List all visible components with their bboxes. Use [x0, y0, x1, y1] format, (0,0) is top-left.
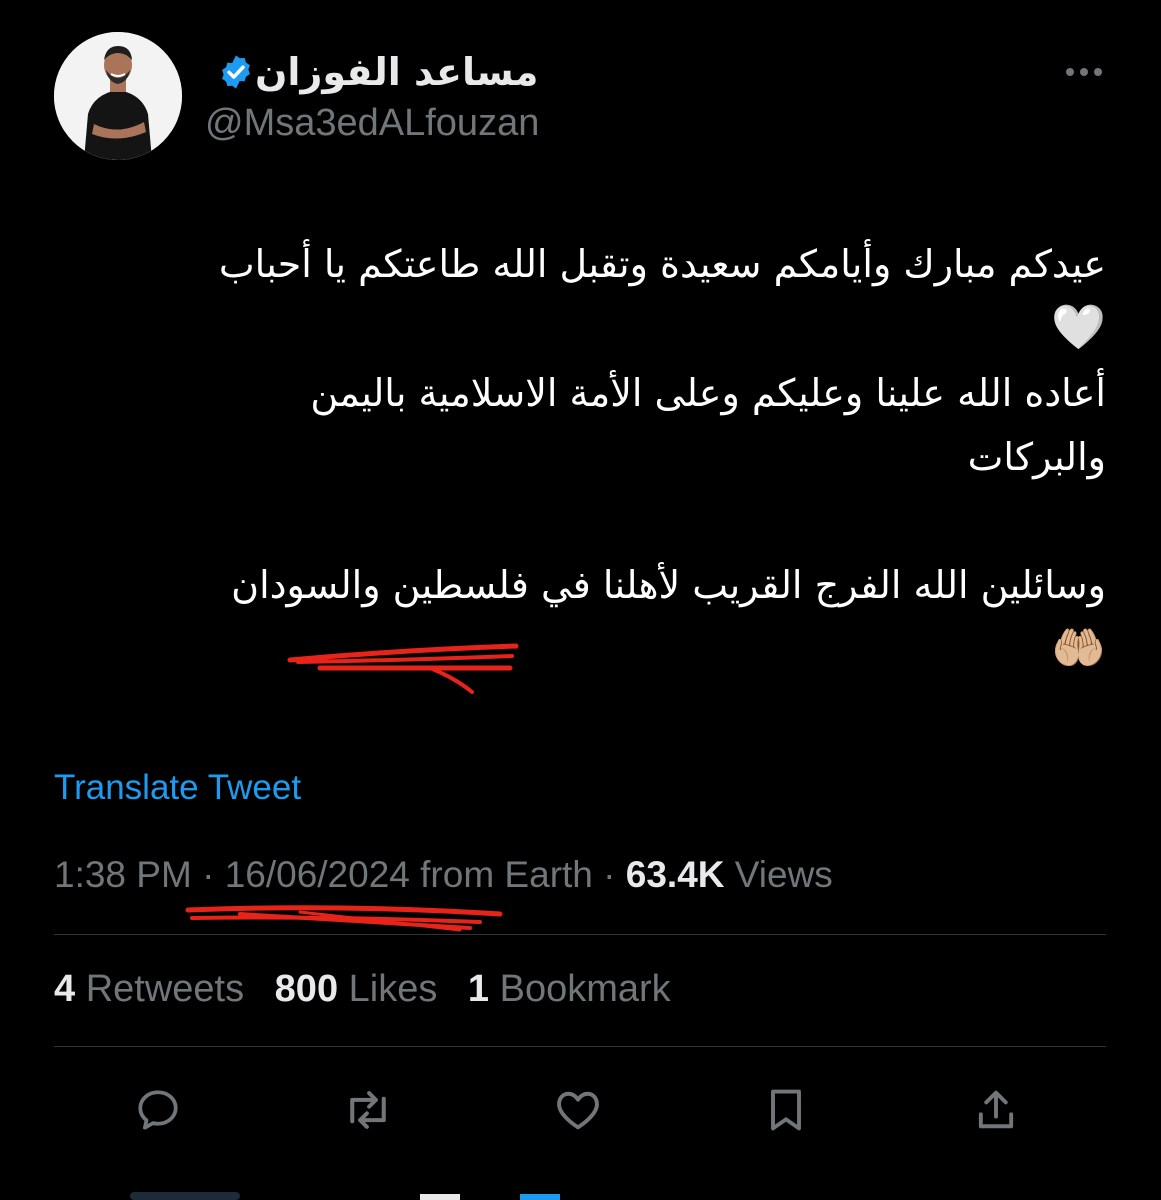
verified-badge-icon [217, 53, 255, 91]
author-handle[interactable]: @Msa3edALfouzan [205, 102, 539, 145]
avatar[interactable] [54, 32, 182, 160]
divider [54, 934, 1106, 935]
retweets-count: 4 [54, 968, 76, 1010]
author-name-row[interactable]: مساعد الفوزان [205, 44, 538, 100]
tweet-meta: 1:38 PM · 16/06/2024 from Earth · 63.4K … [54, 854, 833, 896]
tweet-line-3: أعاده الله علينا وعليكم وعلى الأمة الاسل… [310, 371, 1106, 415]
white-heart-emoji: 🤍 [1051, 302, 1106, 353]
retweets-label: Retweets [75, 968, 245, 1010]
tweet-line-5 [54, 489, 1106, 553]
share-icon[interactable] [966, 1080, 1026, 1140]
bookmark-icon[interactable] [756, 1080, 816, 1140]
translate-tweet-link[interactable]: Translate Tweet [54, 768, 301, 808]
reply-icon[interactable] [128, 1080, 188, 1140]
meta-separator: · [191, 854, 225, 895]
likes-stat[interactable]: 800 Likes [275, 968, 438, 1010]
views-count: 63.4K [625, 854, 725, 895]
tweet-source: from Earth [409, 854, 593, 895]
retweets-stat[interactable]: 4 Retweets [54, 968, 244, 1010]
tweet-text: عيدكم مبارك وأيامكم سعيدة وتقبل الله طاع… [54, 232, 1106, 682]
meta-separator: · [592, 854, 626, 895]
tweet-line-7: 🤲🏼 [54, 617, 1106, 682]
profile-photo [54, 32, 182, 160]
raised-hands-emoji: 🤲🏼 [1051, 623, 1106, 674]
like-icon[interactable] [548, 1080, 608, 1140]
likes-label: Likes [338, 968, 438, 1010]
tweet-date[interactable]: 16/06/2024 [225, 854, 410, 895]
views-label: Views [724, 854, 833, 895]
tweet-line-6: وسائلين الله الفرج القريب لأهلنا في فلسط… [231, 563, 1106, 607]
bookmarks-count: 1 [467, 968, 490, 1010]
tweet-stats: 4 Retweets 800 Likes 1 Bookmark [54, 968, 691, 1011]
author-display-name[interactable]: مساعد الفوزان [255, 50, 538, 94]
more-options-icon[interactable] [1062, 60, 1106, 84]
next-tweet-peek [130, 1192, 560, 1200]
bookmarks-stat[interactable]: 1 Bookmark [468, 968, 671, 1010]
tweet-line-2: 🤍 [54, 296, 1106, 361]
tweet-actions [0, 1080, 1161, 1140]
tweet-time[interactable]: 1:38 PM [54, 854, 192, 895]
likes-count: 800 [274, 968, 339, 1010]
divider [54, 1046, 1106, 1047]
retweet-icon[interactable] [338, 1080, 398, 1140]
tweet-line-4: والبركات [967, 435, 1106, 479]
tweet-line-1: عيدكم مبارك وأيامكم سعيدة وتقبل الله طاع… [218, 242, 1106, 286]
bookmarks-label: Bookmark [489, 968, 671, 1010]
